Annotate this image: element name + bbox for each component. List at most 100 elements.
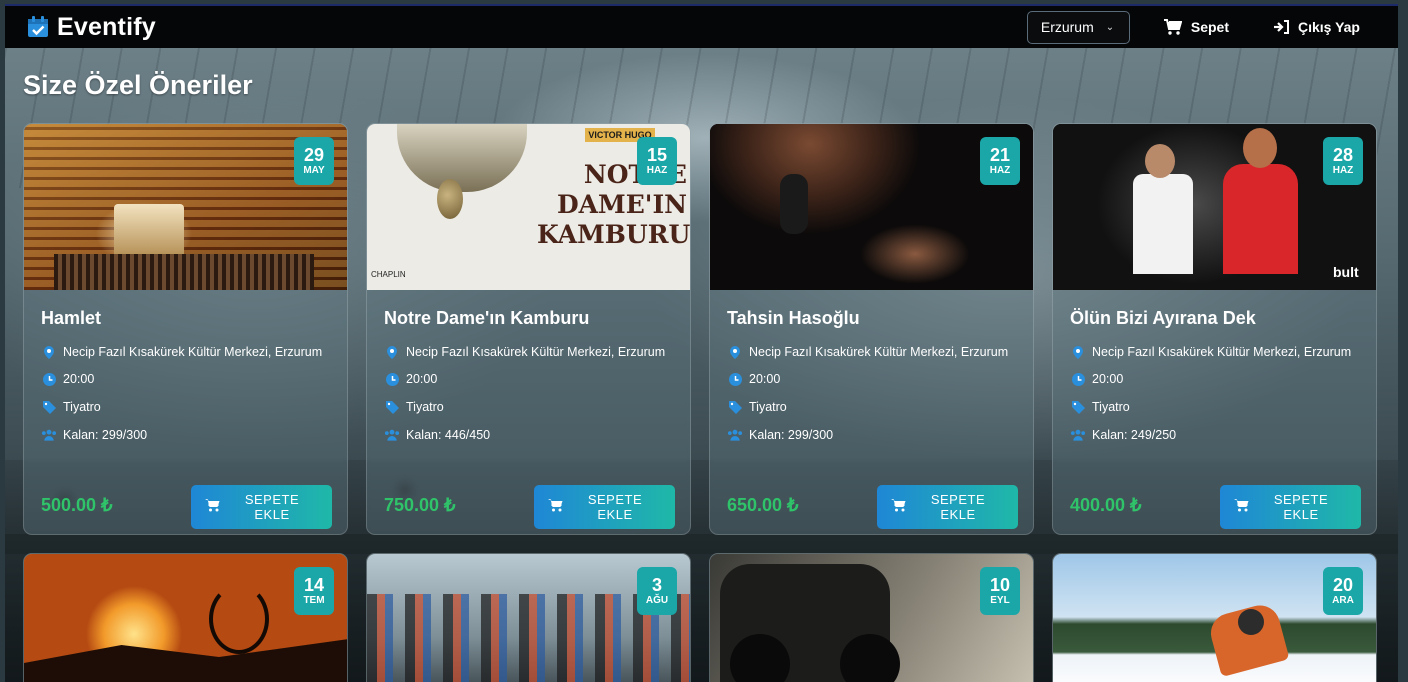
- venue-row: Necip Fazıl Kısakürek Kültür Merkezi, Er…: [727, 345, 1008, 359]
- remaining-row: Kalan: 299/300: [41, 428, 147, 442]
- event-image: 29 MAY: [24, 124, 347, 290]
- remaining-row: Kalan: 249/250: [1070, 428, 1176, 442]
- button-label-line1: SEPETE: [930, 492, 986, 507]
- event-title: Hamlet: [41, 308, 102, 328]
- event-card[interactable]: 10 EYL: [709, 553, 1034, 682]
- map-marker-icon: [1070, 345, 1086, 359]
- add-to-cart-button[interactable]: SEPETE EKLE: [877, 485, 1018, 529]
- time-row: 20:00: [1070, 372, 1123, 386]
- event-image: VICTOR HUGO NOTRE DAME'IN KAMBURU CHAPLI…: [367, 124, 690, 290]
- cart-icon: [1163, 19, 1182, 35]
- clock-icon: [384, 372, 400, 386]
- sign-out-icon: [1273, 20, 1289, 34]
- cart-label: Sepet: [1190, 19, 1229, 35]
- date-day: 15: [646, 145, 668, 165]
- category-row: Tiyatro: [384, 400, 444, 414]
- cart-icon: [891, 498, 906, 517]
- category-text: Tiyatro: [63, 400, 101, 414]
- event-image: 3 AĞU: [367, 554, 690, 682]
- remaining-text: Kalan: 299/300: [749, 428, 834, 442]
- clock-icon: [727, 372, 743, 386]
- date-badge: 15 HAZ: [637, 137, 677, 185]
- users-icon: [41, 429, 57, 441]
- event-price: 650.00 ₺: [727, 495, 799, 515]
- date-day: 14: [303, 575, 325, 595]
- button-label-line2: EKLE: [254, 507, 290, 522]
- event-card[interactable]: 21 HAZ Tahsin Hasoğlu Necip Fazıl Kısakü…: [709, 123, 1034, 535]
- venue-row: Necip Fazıl Kısakürek Kültür Merkezi, Er…: [384, 345, 665, 359]
- users-icon: [1070, 429, 1086, 441]
- time-text: 20:00: [406, 372, 438, 386]
- button-label-line1: SEPETE: [587, 492, 643, 507]
- map-marker-icon: [41, 345, 57, 359]
- date-badge: 28 HAZ: [1323, 137, 1363, 185]
- cart-icon: [548, 498, 563, 517]
- event-card[interactable]: VICTOR HUGO NOTRE DAME'IN KAMBURU CHAPLI…: [366, 123, 691, 535]
- button-label-line1: SEPETE: [1273, 492, 1329, 507]
- time-text: 20:00: [63, 372, 95, 386]
- event-image: 10 EYL: [710, 554, 1033, 682]
- date-badge: 10 EYL: [980, 567, 1020, 615]
- venue-text: Necip Fazıl Kısakürek Kültür Merkezi, Er…: [1092, 345, 1352, 359]
- poster-logo: bult: [1333, 264, 1359, 280]
- date-month: MAY: [303, 165, 325, 176]
- event-price: 400.00 ₺: [1070, 495, 1142, 515]
- date-month: AĞU: [645, 595, 669, 606]
- time-text: 20:00: [1092, 372, 1124, 386]
- category-row: Tiyatro: [41, 400, 101, 414]
- category-text: Tiyatro: [1092, 400, 1130, 414]
- date-badge: 21 HAZ: [980, 137, 1020, 185]
- users-icon: [384, 429, 400, 441]
- tag-icon: [727, 400, 743, 414]
- button-label-line2: EKLE: [1283, 507, 1319, 522]
- date-badge: 20 ARA: [1323, 567, 1363, 615]
- event-card[interactable]: 29 MAY Hamlet Necip Fazıl Kısakürek Kült…: [23, 123, 348, 535]
- brand-name: Eventify: [57, 12, 156, 41]
- clock-icon: [1070, 372, 1086, 386]
- venue-text: Necip Fazıl Kısakürek Kültür Merkezi, Er…: [63, 345, 323, 359]
- cart-link[interactable]: Sepet: [1163, 19, 1229, 35]
- event-card[interactable]: 3 AĞU: [366, 553, 691, 682]
- date-badge: 29 MAY: [294, 137, 334, 185]
- chevron-down-icon: ⌄: [1105, 21, 1115, 33]
- time-row: 20:00: [384, 372, 437, 386]
- date-day: 21: [989, 145, 1011, 165]
- tag-icon: [384, 400, 400, 414]
- remaining-row: Kalan: 446/450: [384, 428, 490, 442]
- button-label-line2: EKLE: [940, 507, 976, 522]
- brand[interactable]: Eventify: [27, 13, 156, 42]
- date-month: HAZ: [989, 165, 1011, 176]
- date-badge: 14 TEM: [294, 567, 334, 615]
- city-select[interactable]: Erzurum ⌄: [1026, 10, 1130, 44]
- date-day: 10: [989, 575, 1011, 595]
- date-month: HAZ: [1332, 165, 1354, 176]
- event-card[interactable]: bult 28 HAZ Ölün Bizi Ayırana Dek Necip …: [1052, 123, 1377, 535]
- venue-text: Necip Fazıl Kısakürek Kültür Merkezi, Er…: [749, 345, 1009, 359]
- cart-icon: [1234, 498, 1249, 517]
- date-day: 29: [303, 145, 325, 165]
- event-card[interactable]: 14 TEM: [23, 553, 348, 682]
- background-shade: [5, 534, 1398, 554]
- users-icon: [727, 429, 743, 441]
- venue-row: Necip Fazıl Kısakürek Kültür Merkezi, Er…: [1070, 345, 1351, 359]
- calendar-check-icon: [27, 16, 49, 38]
- date-day: 3: [651, 575, 662, 595]
- venue-row: Necip Fazıl Kısakürek Kültür Merkezi, Er…: [41, 345, 322, 359]
- category-row: Tiyatro: [1070, 400, 1130, 414]
- add-to-cart-button[interactable]: SEPETE EKLE: [534, 485, 675, 529]
- add-to-cart-button[interactable]: SEPETE EKLE: [191, 485, 332, 529]
- event-price: 500.00 ₺: [41, 495, 113, 515]
- logout-link[interactable]: Çıkış Yap: [1273, 19, 1360, 35]
- map-marker-icon: [384, 345, 400, 359]
- top-navbar: Eventify Erzurum ⌄ Sepet Çıkış Yap: [5, 4, 1398, 48]
- event-card[interactable]: 20 ARA: [1052, 553, 1377, 682]
- event-price: 750.00 ₺: [384, 495, 456, 515]
- button-label-line1: SEPETE: [244, 492, 300, 507]
- event-image: 21 HAZ: [710, 124, 1033, 290]
- add-to-cart-button[interactable]: SEPETE EKLE: [1220, 485, 1361, 529]
- logout-label: Çıkış Yap: [1297, 19, 1360, 35]
- date-month: EYL: [990, 595, 1010, 606]
- date-badge: 3 AĞU: [637, 567, 677, 615]
- event-image: 14 TEM: [24, 554, 347, 682]
- map-marker-icon: [727, 345, 743, 359]
